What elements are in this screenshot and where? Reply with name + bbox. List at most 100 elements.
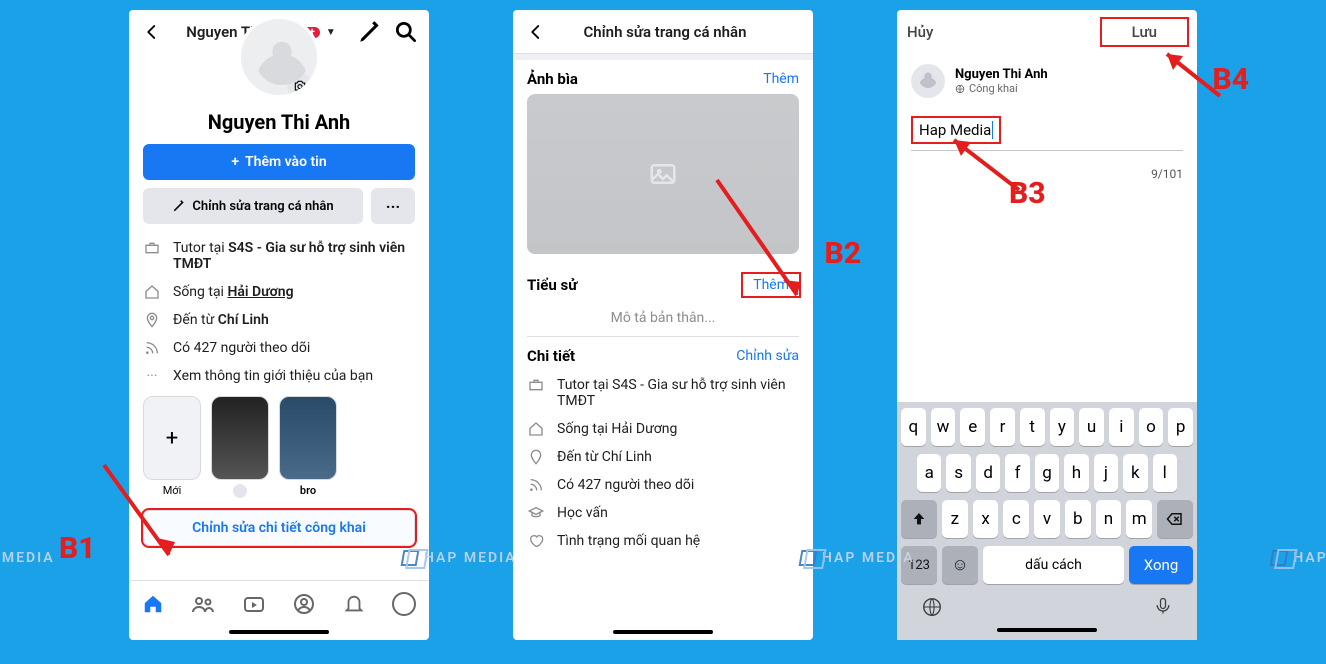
key[interactable]: y [1050, 408, 1075, 446]
tab-friends-icon[interactable] [191, 592, 215, 620]
detail-edit-button[interactable]: Chỉnh sửa [736, 348, 799, 364]
camera-icon[interactable] [287, 73, 313, 98]
key[interactable]: g [1035, 454, 1059, 492]
shift-key[interactable] [901, 500, 937, 538]
key[interactable]: s [946, 454, 970, 492]
detail-education: Học vấn [527, 499, 799, 527]
intro-from: Đến từ Chí Linh [143, 306, 415, 334]
key[interactable]: m [1126, 500, 1152, 538]
cover-section-header: Ảnh bìa Thêm [513, 60, 813, 94]
briefcase-icon [527, 377, 545, 393]
keyboard: q w e r t y u i o p a s d f g h j k l [897, 402, 1197, 640]
detail-work: Tutor tại S4S - Gia sư hỗ trợ sinh viên … [527, 371, 799, 415]
key[interactable]: i [1109, 408, 1134, 446]
home-icon [527, 421, 545, 437]
story-highlights: + Mới bro [129, 390, 429, 504]
briefcase-icon [143, 240, 161, 256]
space-key[interactable]: dấu cách [983, 546, 1124, 584]
done-key[interactable]: Xong [1129, 546, 1193, 584]
key[interactable]: h [1064, 454, 1088, 492]
key[interactable]: r [990, 408, 1015, 446]
keyboard-row-3: z x c v b n m [901, 500, 1193, 538]
bio-input[interactable]: Hap Media [911, 114, 1183, 151]
keyboard-row-4: 123 ☺ dấu cách Xong [901, 546, 1193, 584]
tab-profile-icon[interactable] [292, 592, 316, 620]
key[interactable]: e [960, 408, 985, 446]
cover-add-button[interactable]: Thêm [763, 71, 799, 87]
save-button[interactable]: Lưu [1102, 19, 1187, 45]
back-icon[interactable] [523, 19, 549, 45]
detail-title: Chi tiết [527, 347, 575, 365]
key[interactable]: p [1168, 408, 1193, 446]
bio-placeholder[interactable]: Mô tả bản thân... [513, 302, 813, 336]
home-indicator [997, 628, 1097, 632]
key[interactable]: t [1020, 408, 1045, 446]
backspace-key[interactable] [1157, 500, 1193, 538]
pencil-icon[interactable] [357, 19, 383, 45]
key[interactable]: k [1123, 454, 1147, 492]
watermark: HAP MEDIA [1271, 550, 1326, 566]
story-avatar-icon [233, 484, 247, 498]
topbar: Hủy Lưu [897, 10, 1197, 54]
key[interactable]: b [1065, 500, 1091, 538]
edit-public-details-button[interactable]: Chỉnh sửa chi tiết công khai [143, 510, 415, 546]
story-item-label: bro [300, 484, 316, 497]
avatar[interactable] [238, 16, 320, 98]
pin-icon [527, 449, 545, 465]
mic-key[interactable] [1153, 596, 1173, 622]
watermark: HAP MEDIA [800, 550, 915, 566]
edit-profile-button[interactable]: Chỉnh sửa trang cá nhân [143, 188, 363, 224]
key[interactable]: l [1153, 454, 1177, 492]
add-story-button[interactable]: + Thêm vào tin [143, 144, 415, 180]
tab-notifications-icon[interactable] [343, 593, 365, 619]
char-counter: 9/101 [897, 161, 1197, 181]
key[interactable]: o [1139, 408, 1164, 446]
key[interactable]: a [917, 454, 941, 492]
watermark: HAP MEDIA [402, 550, 517, 566]
privacy-label: Công khai [969, 82, 1018, 95]
key[interactable]: x [973, 500, 999, 538]
detail-section-header: Chi tiết Chỉnh sửa [513, 337, 813, 371]
detail-live-text: Sống tại Hải Dương [557, 421, 677, 437]
key[interactable]: c [1003, 500, 1029, 538]
back-icon[interactable] [139, 19, 165, 45]
tab-home-icon[interactable] [142, 593, 164, 619]
keyboard-row-2: a s d f g h j k l [901, 454, 1193, 492]
emoji-key[interactable]: ☺ [942, 546, 978, 584]
story-item[interactable] [211, 396, 269, 498]
detail-from-text: Đến từ Chí Linh [557, 449, 652, 465]
key[interactable]: u [1079, 408, 1104, 446]
key[interactable]: z [942, 500, 968, 538]
intro-work-prefix: Tutor tại [173, 240, 228, 256]
cancel-button[interactable]: Hủy [907, 23, 933, 41]
story-item[interactable]: bro [279, 396, 337, 498]
tab-menu-icon[interactable] [392, 592, 416, 620]
key[interactable]: f [1005, 454, 1029, 492]
home-indicator [613, 630, 713, 634]
detail-relationship: Tình trạng mối quan hệ [527, 527, 799, 555]
tab-watch-icon[interactable] [242, 592, 266, 620]
detail-work-prefix: Tutor tại [557, 377, 609, 393]
cover-placeholder[interactable] [527, 94, 799, 254]
bottom-tab-bar [129, 580, 429, 630]
dots-icon: ··· [143, 368, 161, 384]
key[interactable]: v [1034, 500, 1060, 538]
key[interactable]: j [1094, 454, 1118, 492]
intro-details: Tutor tại S4S - Gia sư hỗ trợ sinh viên … [129, 234, 429, 390]
key[interactable]: w [931, 408, 956, 446]
key[interactable]: n [1096, 500, 1122, 538]
privacy-indicator[interactable]: Công khai [955, 82, 1048, 95]
bio-title: Tiểu sử [527, 276, 577, 294]
key[interactable]: q [901, 408, 926, 446]
chevron-down-icon: ▼ [326, 27, 336, 38]
more-button[interactable]: ··· [371, 188, 415, 224]
page-title: Chỉnh sửa trang cá nhân [584, 23, 747, 41]
detail-followers-text: Có 427 người theo dõi [557, 477, 694, 493]
globe-key[interactable] [921, 596, 943, 622]
search-icon[interactable] [393, 19, 419, 45]
intro-see-more[interactable]: ··· Xem thông tin giới thiệu của bạn [143, 362, 415, 390]
bio-add-button[interactable]: Thêm [743, 274, 799, 296]
story-new[interactable]: + Mới [143, 396, 201, 498]
phone-profile: Nguyen Thi Anh 9+ ▼ Nguyen Thi Anh [129, 10, 429, 640]
key[interactable]: d [976, 454, 1000, 492]
